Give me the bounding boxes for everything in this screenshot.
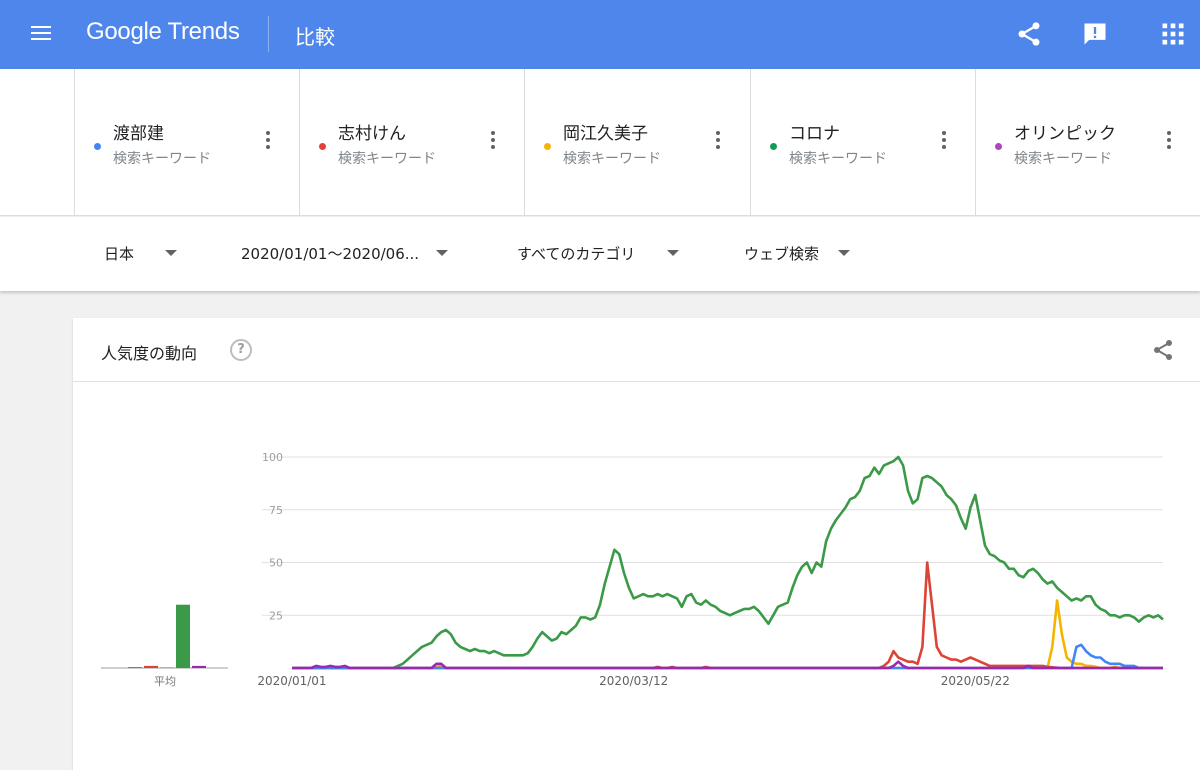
search-type-select[interactable]: ウェブ検索: [744, 243, 819, 264]
help-icon[interactable]: ?: [230, 339, 252, 361]
more-vert-icon[interactable]: [488, 131, 498, 155]
top-app-bar: Google Trends 比較: [0, 0, 1200, 69]
term-name: 岡江久美子: [563, 124, 648, 144]
share-icon[interactable]: [1015, 20, 1043, 48]
term-name: 志村けん: [338, 124, 406, 144]
term-type: 検索キーワード: [563, 151, 661, 167]
term-type: 検索キーワード: [789, 151, 887, 167]
series-color-dot: [544, 143, 551, 150]
search-terms-bar: 渡部建 検索キーワード 志村けん 検索キーワード 岡江久美子 検索キーワード コ…: [0, 69, 1200, 216]
more-vert-icon[interactable]: [713, 131, 723, 155]
more-vert-icon[interactable]: [1164, 131, 1174, 155]
series-color-dot: [995, 143, 1002, 150]
menu-icon[interactable]: [28, 21, 54, 47]
series-color-dot: [319, 143, 326, 150]
filter-bar: 日本 2020/01/01〜2020/06... すべてのカテゴリ ウェブ検索: [0, 217, 1200, 291]
term-card-5[interactable]: オリンピック 検索キーワード: [975, 69, 1200, 216]
chevron-down-icon[interactable]: [165, 250, 177, 256]
term-type: 検索キーワード: [113, 151, 211, 167]
category-select[interactable]: すべてのカテゴリ: [517, 243, 635, 264]
term-name: 渡部建: [113, 124, 164, 144]
share-icon[interactable]: [1151, 338, 1175, 362]
term-card-1[interactable]: 渡部建 検索キーワード: [74, 69, 300, 216]
page-title: 比較: [295, 25, 335, 49]
term-name: コロナ: [789, 124, 840, 144]
apps-icon[interactable]: [1159, 20, 1187, 48]
feedback-icon[interactable]: [1081, 20, 1109, 48]
more-vert-icon[interactable]: [939, 131, 949, 155]
term-card-3[interactable]: 岡江久美子 検索キーワード: [524, 69, 750, 216]
chevron-down-icon[interactable]: [436, 250, 448, 256]
term-card-4[interactable]: コロナ 検索キーワード: [750, 69, 976, 216]
google-trends-logo[interactable]: Google Trends: [86, 18, 240, 46]
card-header: 人気度の動向 ?: [73, 318, 1200, 382]
term-type: 検索キーワード: [338, 151, 436, 167]
card-title: 人気度の動向: [101, 344, 198, 363]
term-type: 検索キーワード: [1014, 151, 1112, 167]
chevron-down-icon[interactable]: [667, 250, 679, 256]
region-select[interactable]: 日本: [104, 243, 134, 264]
term-card-2[interactable]: 志村けん 検索キーワード: [299, 69, 525, 216]
interest-over-time-card: 人気度の動向 ?: [73, 318, 1200, 770]
term-name: オリンピック: [1014, 124, 1116, 144]
more-vert-icon[interactable]: [263, 131, 273, 155]
header-divider: [268, 16, 269, 52]
series-color-dot: [94, 143, 101, 150]
date-range-select[interactable]: 2020/01/01〜2020/06...: [241, 243, 419, 264]
series-color-dot: [770, 143, 777, 150]
chevron-down-icon[interactable]: [838, 250, 850, 256]
